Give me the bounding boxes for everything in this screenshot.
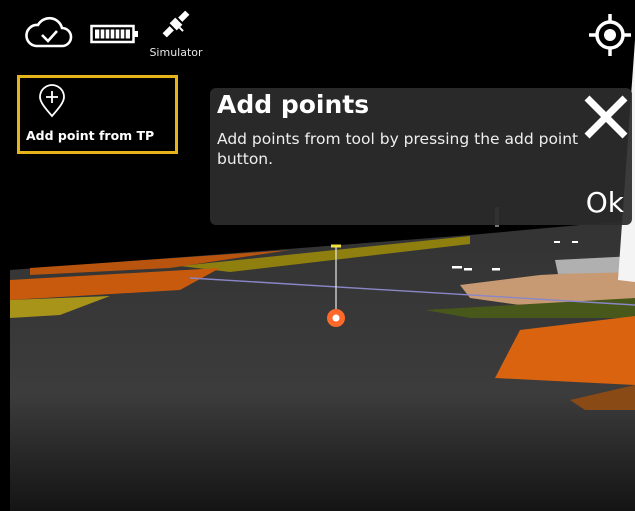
satellite-icon xyxy=(162,10,190,38)
add-point-from-tp-button[interactable]: Add point from TP xyxy=(17,75,178,154)
dialog-title: Add points xyxy=(217,90,370,119)
gnss-status[interactable]: Simulator xyxy=(148,6,204,64)
battery-icon xyxy=(90,24,138,44)
cloud-check-icon xyxy=(25,16,73,48)
dialog-message: Add points from tool by pressing the add… xyxy=(217,130,579,168)
close-icon[interactable] xyxy=(581,92,631,142)
add-points-dialog: Add points Add points from tool by press… xyxy=(210,88,632,225)
crosshair-locate-icon[interactable] xyxy=(587,12,633,58)
add-point-label: Add point from TP xyxy=(26,128,155,143)
simulator-label: Simulator xyxy=(149,46,203,59)
add-pin-icon xyxy=(39,84,65,118)
ok-button[interactable]: Ok xyxy=(586,186,624,219)
